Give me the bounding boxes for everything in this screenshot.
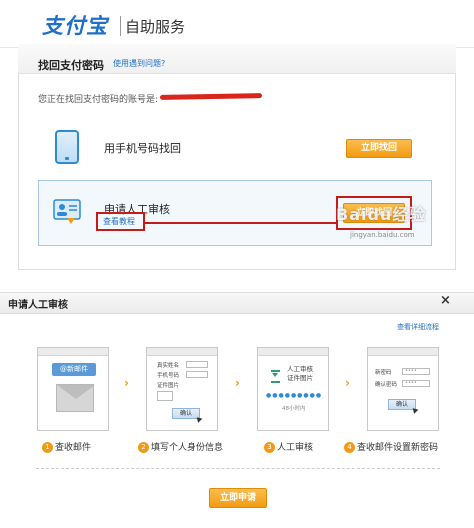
field-label: 真实姓名 bbox=[157, 363, 180, 369]
highlight-connector bbox=[145, 222, 338, 224]
new-mail-badge: @新邮件 bbox=[52, 363, 96, 376]
account-prompt: 您正在找回支付密码的账号是: bbox=[38, 95, 159, 105]
field-box: •••• bbox=[402, 380, 430, 387]
watermark: Baidu经验 bbox=[336, 205, 427, 224]
tutorial-link[interactable]: 查看教程 bbox=[103, 216, 135, 227]
phone-retrieve-button[interactable]: 立即找回 bbox=[346, 139, 412, 158]
field-label: 新密码 bbox=[375, 370, 392, 376]
step-label-1: 1 查收邮件 bbox=[42, 440, 91, 453]
field-box bbox=[186, 371, 208, 378]
chevron-right-icon: › bbox=[235, 376, 240, 390]
field-label: 手机号码 bbox=[157, 373, 180, 379]
detail-flow-link[interactable]: 查看详细流程 bbox=[397, 322, 439, 332]
step-label-2: 2 填写个人身份信息 bbox=[138, 440, 223, 453]
field-label: 确认密码 bbox=[375, 382, 398, 388]
review-time: 48小时内 bbox=[282, 406, 306, 412]
watermark-url: jingyan.baidu.com bbox=[350, 231, 415, 239]
progress-dots: ●●●●●●●●● bbox=[266, 392, 323, 399]
phone-option-label: 用手机号码找回 bbox=[104, 142, 181, 155]
dialog-title: 申请人工审核 bbox=[8, 300, 68, 311]
step-label-3: 3 人工审核 bbox=[264, 440, 313, 453]
step-card-3 bbox=[257, 347, 329, 431]
help-link[interactable]: 使用遇到问题? bbox=[113, 58, 165, 69]
header-divider bbox=[120, 16, 121, 36]
dialog-header bbox=[0, 292, 474, 314]
review-text: 人工审核 证件图片 bbox=[287, 365, 313, 382]
chevron-right-icon: › bbox=[345, 376, 350, 390]
phone-icon bbox=[55, 130, 79, 164]
service-title: 自助服务 bbox=[125, 18, 186, 36]
field-box bbox=[186, 361, 208, 368]
divider bbox=[36, 468, 440, 469]
chevron-right-icon: › bbox=[124, 376, 129, 390]
field-box: •••• bbox=[402, 368, 430, 375]
step-card-4 bbox=[367, 347, 439, 431]
panel-title: 找回支付密码 bbox=[38, 59, 104, 72]
close-icon[interactable]: × bbox=[440, 293, 451, 308]
field-label: 证件图片 bbox=[157, 383, 180, 389]
id-card-icon bbox=[53, 199, 81, 224]
alipay-logo[interactable]: 支付宝 bbox=[42, 10, 108, 40]
step-label-4: 4 查收邮件设置新密码 bbox=[344, 440, 438, 453]
apply-now-button[interactable]: 立即申请 bbox=[209, 488, 267, 508]
id-image-thumb bbox=[157, 391, 173, 401]
hourglass-icon bbox=[271, 370, 280, 383]
envelope-icon bbox=[56, 384, 95, 412]
